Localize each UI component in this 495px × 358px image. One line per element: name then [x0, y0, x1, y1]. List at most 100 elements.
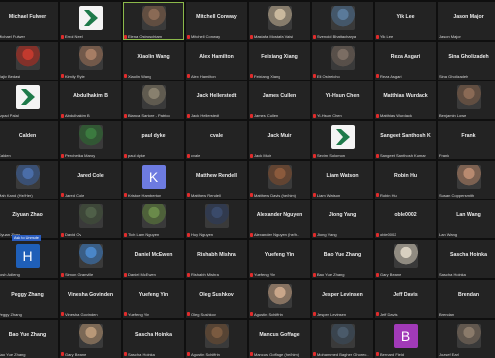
participant-tile[interactable]: Yuefeng Yin Yuefeng Yin: [123, 279, 184, 318]
participant-tile[interactable]: Oleg Sushkov Oleg Sushkov: [186, 279, 247, 318]
participant-tile[interactable]: Bianca Sartore - Patrico: [123, 81, 184, 120]
participant-tile[interactable]: B Bernard Field: [375, 319, 436, 358]
participant-display-name: Lan Wang: [456, 212, 481, 219]
participant-tile[interactable]: Errol Neel: [60, 2, 121, 40]
participant-tile[interactable]: Elena Ostroschtam: [123, 2, 184, 40]
participant-display-name: Liam Watson: [326, 172, 359, 179]
participant-tile[interactable]: Jason Major Jason Major: [438, 2, 495, 40]
participant-tile[interactable]: K Kristoe Hamberton: [123, 160, 184, 199]
muted-mic-icon: [313, 153, 316, 158]
participant-name-tag: Vinesha Govinden: [61, 312, 120, 317]
participant-tile[interactable]: Jiong Yang Jiong Yang: [312, 200, 373, 239]
participant-tile[interactable]: Huy Nguyen: [186, 200, 247, 239]
participant-tile[interactable]: Daniel McEwen Daniel McEwen: [123, 240, 184, 279]
participant-name-tag: Jack Muir: [250, 153, 309, 158]
participant-tile[interactable]: Bao Yue Zhang Bao Yue Zhang: [0, 319, 58, 358]
participant-tile[interactable]: Reza Asgari Reza Asgari: [375, 41, 436, 80]
participant-tile[interactable]: Vinesha Govinden Vinesha Govinden: [60, 279, 121, 318]
participant-tile[interactable]: paul dyke paul dyke: [123, 121, 184, 160]
participant-tile[interactable]: Peggy Zhang Peggy Zhang: [0, 279, 58, 318]
participant-tile[interactable]: Mohammed Bagher Ghorec..: [312, 319, 373, 358]
participant-tile[interactable]: Sascha Hoinka Sascha Hoinka: [123, 319, 184, 358]
participant-tile[interactable]: Matthew Rendell Matthew Rendell: [186, 160, 247, 199]
participant-name-tag: Peggy Zhang: [0, 312, 57, 317]
participant-name-tag: Matthew Davis (he/him): [250, 193, 309, 198]
participant-name-tag: Svenoid Bhattacharya: [313, 34, 372, 39]
participant-tile[interactable]: Jared Cole Jared Cole: [60, 160, 121, 199]
participant-tile[interactable]: H Josh Adleng: [0, 240, 58, 279]
participant-name-tag: Abdulhakim B: [61, 113, 120, 118]
muted-mic-icon: [250, 193, 253, 198]
participant-tile[interactable]: Jeff Davis Jeff Davis: [375, 279, 436, 318]
participant-name-tag: Agustin Schiffrin: [250, 312, 309, 317]
participant-name-tag: Bernard Field: [376, 352, 435, 357]
participant-tile[interactable]: Yuefeng Yin Yuefeng Yin: [249, 240, 310, 279]
participant-tile[interactable]: Frank Frank: [438, 121, 495, 160]
participant-tile[interactable]: Brendan Brendan: [438, 279, 495, 318]
participant-tile[interactable]: Simon Granville: [60, 240, 121, 279]
participant-name-label: Reza Asgari: [380, 73, 402, 79]
participant-tile[interactable]: Matthias Wurdack Matthias Wurdack: [375, 81, 436, 120]
participant-tile[interactable]: Agustin Schiffrin: [249, 279, 310, 318]
participant-tile[interactable]: cvale cvale: [186, 121, 247, 160]
participant-tile[interactable]: Lan Wang Lan Wang: [438, 200, 495, 239]
participant-tile[interactable]: Jozsef Earl: [438, 319, 495, 358]
participant-display-name: James Cullen: [262, 93, 297, 100]
muted-mic-icon: [124, 153, 127, 158]
participant-tile[interactable]: Kimily Ryle: [60, 41, 121, 80]
participant-tile[interactable]: Yik Lee Yik Lee: [375, 2, 436, 40]
participant-tile[interactable]: Jack Hellerstedt Jack Hellerstedt: [186, 81, 247, 120]
participant-name-label: Jared Cole: [65, 192, 85, 198]
participant-tile[interactable]: David Ov: [60, 200, 121, 239]
participant-tile[interactable]: Alex Hamilton Alex Hamilton: [186, 41, 247, 80]
participant-tile[interactable]: oble0002 oble0002: [375, 200, 436, 239]
participant-name-label: David Ov: [65, 232, 82, 238]
participant-tile[interactable]: Mancus Goffage Mancus Goffage (he/him): [249, 319, 310, 358]
participant-tile[interactable]: Feixiang Xiang Feixiang Xiang: [249, 41, 310, 80]
participant-tile[interactable]: Sina Gholizadeh Sina Gholizadeh: [438, 41, 495, 80]
participant-tile[interactable]: Sangeet Santhosh K Sangeet Santhosh Kumar: [375, 121, 436, 160]
participant-tile[interactable]: Matthew Davis (he/him): [249, 160, 310, 199]
participant-tile[interactable]: Liam Watson Liam Watson: [312, 160, 373, 199]
participant-name-tag: Sina Gholizadeh: [439, 74, 495, 79]
participant-tile[interactable]: Rishabh Mishra Rishabh Mishra: [186, 240, 247, 279]
participant-tile[interactable]: Tich Lam Nguyen: [123, 200, 184, 239]
participant-tile[interactable]: Xiaolin Wang Xiaolin Wang: [123, 41, 184, 80]
participant-video: [141, 85, 166, 110]
participant-tile[interactable]: Benjamin Lowe: [438, 81, 495, 120]
participant-tile[interactable]: Michael Fulwer Michael Fulwer: [0, 2, 58, 40]
participant-tile[interactable]: Jack Muir Jack Muir: [249, 121, 310, 160]
participant-tile[interactable]: Susan Coppersmith: [438, 160, 495, 199]
participant-tile[interactable]: Robin Hu Robin Hu: [375, 160, 436, 199]
participant-tile[interactable]: Calden Calden: [0, 121, 58, 160]
participant-tile[interactable]: Mah Kand (He/Her): [0, 160, 58, 199]
participant-display-name: Yi-Hsun Chen: [325, 93, 360, 100]
ask-to-unmute-tooltip[interactable]: Ask to Unmute: [12, 235, 41, 241]
participant-tile[interactable]: Gary Beane: [375, 240, 436, 279]
participant-tile[interactable]: Rajiv Bedast: [0, 41, 58, 80]
participant-tile[interactable]: Perchetka Maroy: [60, 121, 121, 160]
muted-mic-icon: [61, 232, 64, 237]
participant-tile[interactable]: Svenoid Bhattacharya: [312, 2, 373, 40]
participant-tile[interactable]: Abdulhakim B Abdulhakim B: [60, 81, 121, 120]
muted-mic-icon: [61, 74, 64, 79]
participant-tile[interactable]: Mastafa Mostafa Vaisi: [249, 2, 310, 40]
participant-tile[interactable]: Agustin Schiffrin: [186, 319, 247, 358]
participant-tile[interactable]: Jesper Levinsen Jesper Levinsen: [312, 279, 373, 318]
participant-name-label: Yik Lee: [380, 34, 394, 39]
participant-tile[interactable]: Sevim Solomon: [312, 121, 373, 160]
participant-tile[interactable]: Mitchell Conway Mitchell Conway: [186, 2, 247, 40]
participant-tile[interactable]: Sascha Hoinka Sascha Hoinka: [438, 240, 495, 279]
participant-tile[interactable]: Ziyuan Zhao Ziyuan Zhao: [0, 200, 58, 239]
participant-video: [78, 323, 103, 348]
participant-tile[interactable]: Bao Yue Zhang Bao Yue Zhang: [312, 240, 373, 279]
participant-tile[interactable]: James Cullen James Cullen: [249, 81, 310, 120]
participant-tile[interactable]: Eli Ostreicho: [312, 41, 373, 80]
participant-tile[interactable]: Arpad Palal: [0, 81, 58, 120]
participant-name-label: Josh Adleng: [0, 272, 20, 278]
participant-name-label: Michael Fulwer: [0, 34, 25, 39]
participant-tile[interactable]: Alexander Nguyen Alexander Nguyen (he/h..: [249, 200, 310, 239]
participant-name-label: Calden: [0, 153, 11, 159]
participant-tile[interactable]: Gary Beane: [60, 319, 121, 358]
participant-tile[interactable]: Yi-Hsun Chen Yi-Hsun Chen: [312, 81, 373, 120]
